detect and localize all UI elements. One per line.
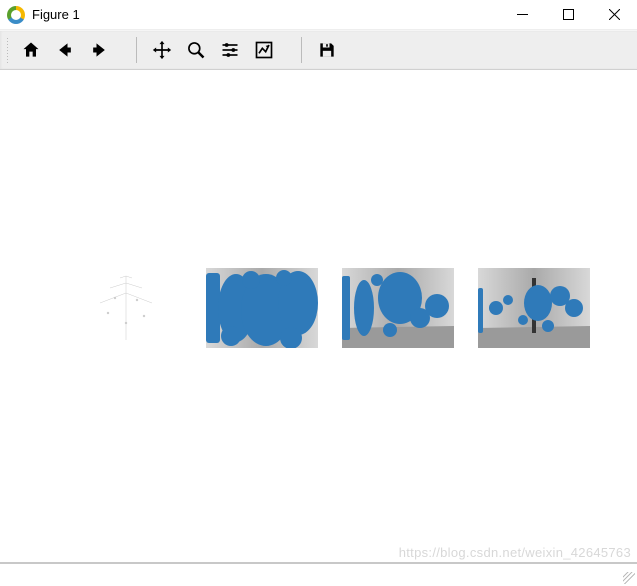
subplot-4	[478, 268, 590, 348]
forward-button[interactable]	[82, 33, 116, 67]
statusbar	[0, 562, 637, 586]
subplot-2	[206, 268, 318, 348]
save-button[interactable]	[310, 33, 344, 67]
edit-axis-button[interactable]	[247, 33, 281, 67]
back-button[interactable]	[48, 33, 82, 67]
maximize-button[interactable]	[545, 0, 591, 29]
close-button[interactable]	[591, 0, 637, 29]
figure-canvas[interactable]	[0, 70, 637, 562]
app-icon	[7, 6, 25, 24]
subplot-1	[70, 268, 182, 348]
home-button[interactable]	[14, 33, 48, 67]
configure-button[interactable]	[213, 33, 247, 67]
zoom-button[interactable]	[179, 33, 213, 67]
subplot-3	[342, 268, 454, 348]
window-controls	[499, 0, 637, 29]
pan-button[interactable]	[145, 33, 179, 67]
window-titlebar: Figure 1	[0, 0, 637, 30]
resize-grip[interactable]	[623, 572, 635, 584]
matplotlib-toolbar	[0, 30, 637, 70]
toolbar-separator	[301, 37, 302, 63]
subplot-row	[70, 268, 590, 348]
window-title: Figure 1	[32, 7, 499, 22]
toolbar-grip	[6, 37, 10, 63]
toolbar-separator	[136, 37, 137, 63]
minimize-button[interactable]	[499, 0, 545, 29]
